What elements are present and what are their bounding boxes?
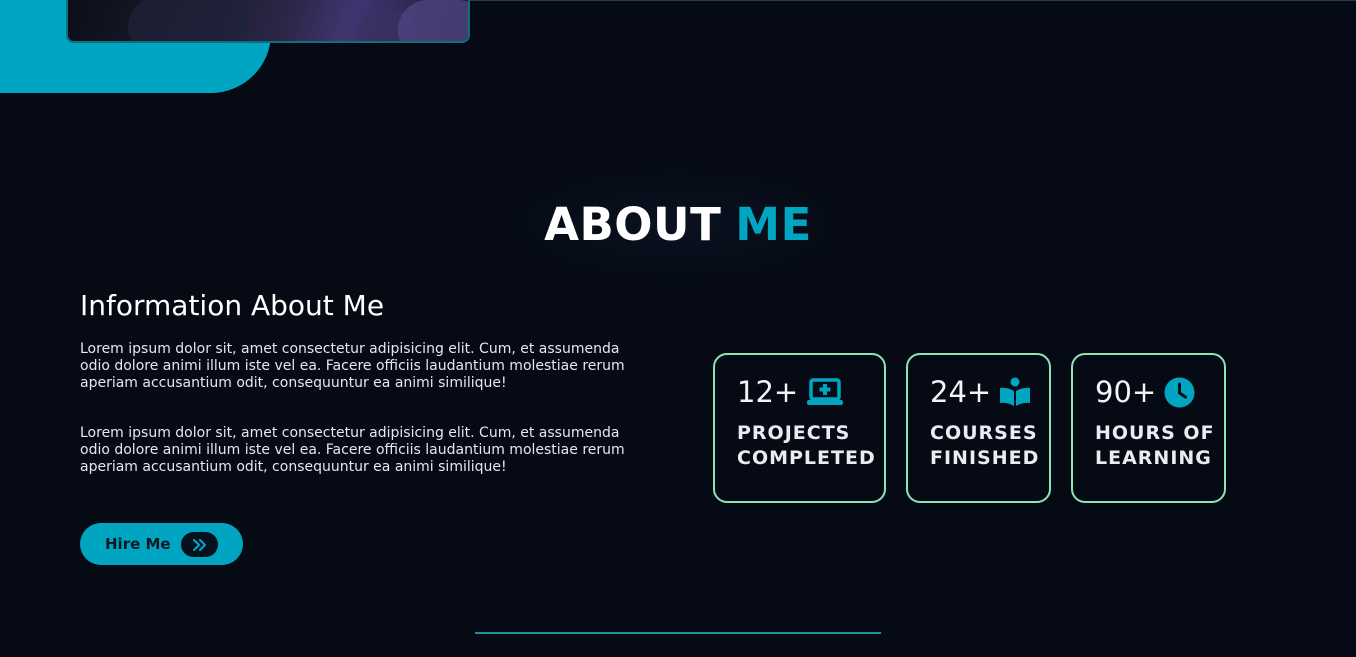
hero-image-shade (398, 0, 468, 41)
stat-label-line: FINISHED (930, 447, 1040, 469)
info-heading: Information About Me (80, 289, 385, 322)
book-reader-icon (999, 377, 1031, 407)
stat-value: 24+ (930, 375, 992, 409)
section-title: ABOUT ME (510, 168, 846, 280)
stat-label-line: PROJECTS (737, 422, 851, 444)
stat-card-courses: 24+ COURSES FINISHED (906, 353, 1051, 503)
stat-label: HOURS OF LEARNING (1095, 421, 1215, 471)
stat-label-line: HOURS OF (1095, 422, 1215, 444)
double-chevron-right-icon (181, 532, 218, 557)
stat-label-line: LEARNING (1095, 447, 1212, 469)
stat-value: 90+ (1095, 375, 1157, 409)
section-divider (475, 632, 881, 634)
hero-image (66, 0, 470, 43)
hero-image-shade (128, 0, 248, 41)
info-paragraph: Lorem ipsum dolor sit, amet consectetur … (80, 425, 625, 475)
hire-me-label: Hire Me (105, 535, 171, 553)
stat-card-hours: 90+ HOURS OF LEARNING (1071, 353, 1226, 503)
stat-label: COURSES FINISHED (930, 421, 1039, 471)
stat-card-projects: 12+ PROJECTS COMPLETED (713, 353, 886, 503)
stat-label-line: COURSES (930, 422, 1038, 444)
section-title-word: ABOUT (544, 197, 722, 251)
hire-me-button[interactable]: Hire Me (80, 523, 243, 565)
stat-label-line: COMPLETED (737, 447, 876, 469)
stat-value: 12+ (737, 375, 799, 409)
laptop-code-icon (806, 378, 844, 406)
info-paragraph: Lorem ipsum dolor sit, amet consectetur … (80, 341, 625, 391)
about-page: ABOUT ME Information About Me Lorem ipsu… (0, 0, 1356, 657)
section-title-accent-word: ME (735, 197, 812, 251)
clock-icon (1164, 377, 1195, 408)
stat-label: PROJECTS COMPLETED (737, 421, 876, 471)
